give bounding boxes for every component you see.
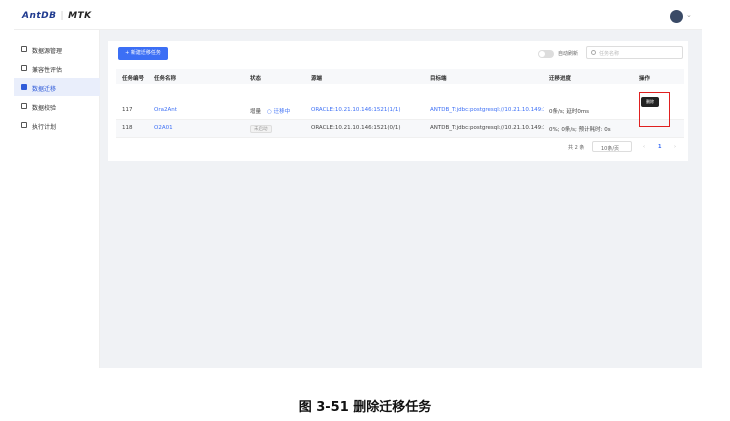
logo-main: AntDB: [22, 11, 57, 21]
auto-refresh-label: 自动刷新: [558, 51, 579, 57]
search-placeholder: 任务名称: [599, 51, 620, 57]
avatar[interactable]: [670, 10, 683, 23]
sidebar-item-label: 执行计划: [32, 124, 57, 131]
task-source: ORACLE:10.21.10.146:1521(0/1): [311, 125, 401, 131]
check-icon: [21, 103, 27, 109]
status-mode: 增量: [250, 109, 262, 115]
page-size-value: 10条/页: [601, 146, 620, 152]
figure-caption: 图 3-51 删除迁移任务: [298, 400, 432, 415]
chevron-down-icon[interactable]: ⌄: [686, 11, 692, 19]
header-id: 任务编号: [122, 76, 145, 82]
calendar-icon: [21, 122, 27, 128]
status-migrating: ○ 迁移中: [267, 109, 291, 115]
page-number-1[interactable]: 1: [658, 144, 661, 150]
sidebar-item-compatibility[interactable]: 兼容性评估: [14, 59, 100, 77]
folder-icon: [21, 84, 27, 90]
search-input[interactable]: 任务名称: [586, 46, 683, 59]
task-target: ANTDB_T:jdbc:postgresql://10.21.10.149:3…: [430, 107, 544, 113]
new-task-button[interactable]: + 新建迁移任务: [118, 47, 168, 60]
table-row: 118 O2A01 未启动 ORACLE:10.21.10.146:1521(0…: [116, 120, 684, 138]
sidebar-item-verification[interactable]: 数据校验: [14, 97, 100, 115]
delete-tooltip: 删除: [641, 97, 659, 107]
database-icon: [21, 46, 27, 52]
logo-sub: MTK: [68, 11, 92, 21]
task-name-link[interactable]: O2A01: [154, 125, 244, 131]
header-progress: 迁移进度: [549, 76, 572, 82]
sidebar-item-migration[interactable]: 数据迁移: [14, 78, 100, 96]
auto-refresh-toggle[interactable]: [538, 50, 554, 58]
task-id: 118: [122, 125, 133, 131]
task-progress: 0%; 0条/s; 预计耗时: 0s: [549, 127, 611, 133]
next-page-button[interactable]: ›: [674, 144, 676, 150]
logo: AntDB | MTK: [22, 11, 92, 21]
sidebar: 数据源管理 兼容性评估 数据迁移 数据校验 执行计划: [14, 30, 100, 368]
status-badge: 未启动: [250, 125, 272, 133]
report-icon: [21, 65, 27, 71]
sidebar-item-plan[interactable]: 执行计划: [14, 116, 100, 134]
sidebar-item-label: 数据源管理: [32, 48, 63, 55]
task-id: 117: [122, 107, 133, 113]
page-size-select[interactable]: 10条/页: [592, 141, 632, 152]
top-bar: AntDB | MTK ⌄: [14, 2, 702, 30]
header-source: 源端: [311, 76, 323, 82]
task-status: 未启动: [250, 125, 306, 133]
table-row: 117 Ora2Ant 增量 ○ 迁移中 ORACLE:10.21.10.146:…: [116, 102, 684, 120]
task-status: 增量 ○ 迁移中: [250, 107, 306, 115]
header-name: 任务名称: [154, 76, 177, 82]
task-target: ANTDB_T:jdbc:postgresql://10.21.10.149:3…: [430, 125, 544, 131]
header-status: 状态: [250, 76, 262, 82]
task-progress: 0条/s; 延时0ms: [549, 109, 590, 115]
pagination-total: 共 2 条: [568, 145, 585, 151]
task-card: + 新建迁移任务 自动刷新 任务名称 任务编号 任务名称 状态 源端 目标端 迁…: [108, 41, 688, 161]
sidebar-item-datasource[interactable]: 数据源管理: [14, 40, 100, 58]
header-actions: 操作: [639, 76, 651, 82]
task-name-link[interactable]: Ora2Ant: [154, 107, 244, 113]
sidebar-item-label: 数据迁移: [32, 86, 57, 93]
app-window: AntDB | MTK ⌄ 数据源管理 兼容性评估 数据迁移 数据校验 执行计划 +…: [14, 2, 702, 368]
task-source: ORACLE:10.21.10.146:1521(1/1): [311, 107, 401, 113]
header-target: 目标端: [430, 76, 447, 82]
sidebar-item-label: 兼容性评估: [32, 67, 63, 74]
prev-page-button[interactable]: ‹: [643, 144, 645, 150]
search-icon: [591, 50, 596, 55]
main-content: + 新建迁移任务 自动刷新 任务名称 任务编号 任务名称 状态 源端 目标端 迁…: [100, 30, 702, 368]
table-header: 任务编号 任务名称 状态 源端 目标端 迁移进度 操作: [116, 69, 684, 84]
sidebar-item-label: 数据校验: [32, 105, 57, 112]
